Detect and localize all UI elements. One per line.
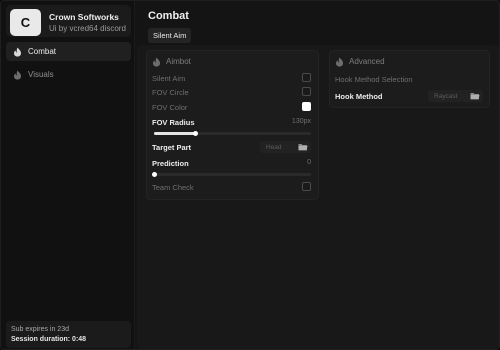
- content-area: Aimbot Silent Aim FOV Circle FOV Color F…: [137, 45, 499, 349]
- team-check-checkbox[interactable]: [302, 182, 311, 191]
- page-title: Combat: [148, 10, 189, 22]
- advanced-title: Advanced: [349, 57, 385, 66]
- fov-color-swatch[interactable]: [302, 102, 311, 111]
- fov-color-label: FOV Color: [152, 103, 188, 112]
- advanced-card: Advanced Hook Method Selection Hook Meth…: [329, 50, 490, 108]
- aimbot-header: Aimbot: [152, 57, 191, 66]
- folder-icon: [297, 142, 308, 152]
- silent-aim-label: Silent Aim: [152, 74, 186, 83]
- hook-method-dropdown[interactable]: Raycast: [428, 90, 483, 102]
- silent-aim-checkbox[interactable]: [302, 73, 311, 82]
- hook-method-value: Raycast: [434, 92, 458, 100]
- brand-card: C Crown Softworks Ui by vcred64 discord: [6, 5, 131, 37]
- fov-circle-label: FOV Circle: [152, 88, 189, 97]
- subscription-footer: Sub expires in 23d Session duration: 0:4…: [6, 321, 131, 348]
- sidebar-item-label: Visuals: [28, 70, 54, 79]
- brand-logo: C: [10, 9, 41, 36]
- fov-radius-handle[interactable]: [192, 131, 198, 136]
- silent-aim-row: Silent Aim: [147, 72, 318, 85]
- prediction-value: 0: [307, 159, 311, 166]
- prediction-slider[interactable]: [152, 172, 311, 177]
- prediction-label: Prediction: [152, 159, 189, 168]
- flame-icon: [12, 70, 22, 80]
- fov-radius-slider[interactable]: [154, 131, 311, 136]
- brand-name: Crown Softworks: [49, 12, 119, 22]
- app-window: C Crown Softworks Ui by vcred64 discord …: [0, 0, 500, 350]
- fov-circle-checkbox[interactable]: [302, 87, 311, 96]
- hook-method-section: Hook Method Selection: [330, 73, 489, 86]
- fov-color-row: FOV Color: [147, 101, 318, 114]
- flame-icon: [335, 57, 344, 66]
- sidebar: C Crown Softworks Ui by vcred64 discord …: [1, 1, 135, 349]
- prediction-row: Prediction 0: [147, 157, 318, 170]
- team-check-label: Team Check: [152, 183, 194, 192]
- fov-radius-value: 130px: [291, 118, 311, 125]
- hook-method-label: Hook Method: [335, 92, 383, 101]
- hook-method-row: Hook Method Raycast: [330, 90, 489, 103]
- tab-silent-aim[interactable]: Silent Aim: [148, 28, 192, 43]
- brand-subtitle: Ui by vcred64 discord: [49, 24, 126, 33]
- aimbot-title: Aimbot: [166, 57, 191, 66]
- sidebar-item-combat[interactable]: Combat: [6, 42, 131, 61]
- flame-icon: [12, 47, 22, 57]
- sidebar-item-visuals[interactable]: Visuals: [6, 65, 131, 84]
- session-duration: Session duration: 0:48: [11, 336, 87, 343]
- sidebar-item-label: Combat: [28, 47, 57, 56]
- advanced-header: Advanced: [335, 57, 385, 66]
- target-part-dropdown[interactable]: Head: [260, 141, 311, 153]
- aimbot-card: Aimbot Silent Aim FOV Circle FOV Color F…: [146, 50, 319, 200]
- prediction-handle[interactable]: [152, 172, 157, 177]
- fov-radius-row: FOV Radius 130px: [147, 116, 318, 129]
- team-check-row: Team Check: [147, 181, 318, 194]
- fov-radius-label: FOV Radius: [152, 118, 195, 127]
- hook-method-section-label: Hook Method Selection: [335, 75, 413, 84]
- target-part-row: Target Part Head: [147, 141, 318, 154]
- tab-bar: Silent Aim: [135, 27, 499, 45]
- flame-icon: [152, 57, 161, 66]
- target-part-label: Target Part: [152, 143, 192, 152]
- target-part-value: Head: [266, 143, 282, 151]
- fov-circle-row: FOV Circle: [147, 86, 318, 99]
- fov-radius-fill: [154, 132, 195, 135]
- subscription-expiry: Sub expires in 23d: [11, 326, 69, 333]
- main-panel: Combat Silent Aim Aimbot Silent Aim FOV: [135, 1, 499, 349]
- folder-icon: [469, 91, 480, 101]
